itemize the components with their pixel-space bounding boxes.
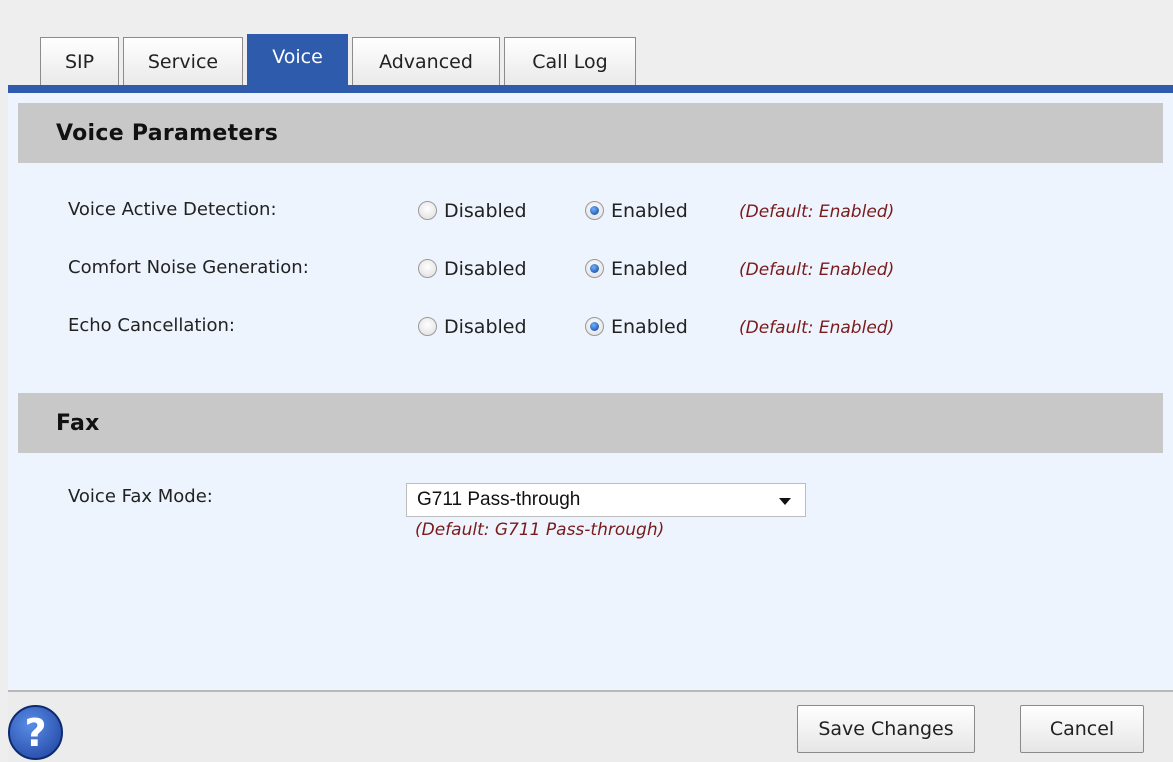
tab-underline-bar [8,85,1173,93]
fax-header: Fax [18,393,1163,453]
vad-disabled-label[interactable]: Disabled [444,200,527,222]
cng-disabled-label[interactable]: Disabled [444,258,527,280]
cng-default-note: (Default: Enabled) [739,260,895,280]
echo-default-note: (Default: Enabled) [739,318,895,338]
tab-voice[interactable]: Voice [247,34,348,85]
cng-enabled-label[interactable]: Enabled [611,258,688,280]
vad-disabled-radio[interactable] [418,201,437,220]
row-label: Echo Cancellation: [68,315,235,336]
tab-bar: SIP Service Voice Advanced Call Log [40,34,640,85]
echo-enabled-label[interactable]: Enabled [611,316,688,338]
cng-disabled-radio[interactable] [418,259,437,278]
echo-cancellation-row: Echo Cancellation: Disabled Enabled (Def… [8,309,1173,349]
voice-parameters-header: Voice Parameters [18,103,1163,163]
vad-enabled-radio[interactable] [585,201,604,220]
row-label: Comfort Noise Generation: [68,257,309,278]
vad-default-note: (Default: Enabled) [739,202,895,222]
save-changes-button[interactable]: Save Changes [797,705,975,753]
voice-fax-mode-value: G711 Pass-through [417,489,581,510]
echo-disabled-radio[interactable] [418,317,437,336]
echo-enabled-radio[interactable] [585,317,604,336]
footer-bar: ? Save Changes Cancel [8,690,1173,762]
cng-enabled-radio[interactable] [585,259,604,278]
voice-active-detection-row: Voice Active Detection: Disabled Enabled… [8,193,1173,233]
settings-panel: Voice Parameters Voice Active Detection:… [8,93,1173,690]
voice-fax-mode-default-note: (Default: G711 Pass-through) [415,520,665,540]
echo-disabled-label[interactable]: Disabled [444,316,527,338]
chevron-down-icon[interactable] [779,498,791,505]
tab-call-log[interactable]: Call Log [504,37,636,85]
tab-sip[interactable]: SIP [40,37,119,85]
vad-enabled-label[interactable]: Enabled [611,200,688,222]
help-icon[interactable]: ? [8,705,63,760]
voice-fax-mode-label: Voice Fax Mode: [68,486,213,507]
row-label: Voice Active Detection: [68,199,277,220]
voice-fax-mode-select[interactable]: G711 Pass-through [406,483,806,517]
tab-service[interactable]: Service [123,37,243,85]
cancel-button[interactable]: Cancel [1020,705,1144,753]
comfort-noise-generation-row: Comfort Noise Generation: Disabled Enabl… [8,251,1173,291]
tab-advanced[interactable]: Advanced [352,37,500,85]
